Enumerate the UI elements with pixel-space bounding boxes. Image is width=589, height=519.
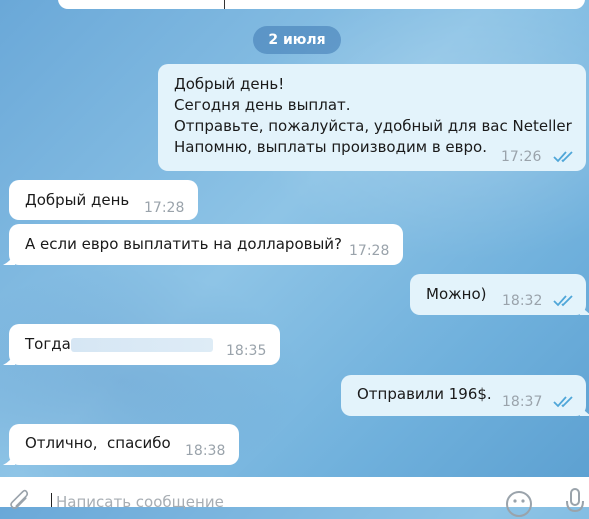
previous-message-divider	[224, 0, 225, 9]
message-line: Сегодня день выплат.	[174, 96, 351, 114]
bubble-tail	[3, 253, 15, 265]
bubble-tail	[580, 303, 589, 315]
read-ticks-icon	[553, 151, 573, 163]
bubble-tail	[580, 404, 589, 416]
message-outgoing[interactable]: Отправили 196$. 18:37	[341, 375, 589, 416]
message-incoming[interactable]: Тогда 18:35	[3, 324, 280, 365]
message-text: Тогда	[25, 335, 71, 353]
message-composer: Написать сообщение	[0, 477, 589, 517]
message-time: 17:28	[144, 200, 185, 216]
message-incoming[interactable]: А если евро выплатить на долларовый? 17:…	[3, 224, 403, 265]
message-text: Отправили 196$.	[357, 385, 492, 403]
paperclip-icon[interactable]	[2, 487, 32, 511]
message-time: 18:35	[226, 343, 267, 359]
message-input[interactable]: Написать сообщение	[56, 493, 224, 511]
message-incoming[interactable]: Добрый день 17:28	[9, 180, 198, 220]
message-text: Добрый день	[25, 191, 130, 209]
message-line: Отправьте, пожалуйста, удобный для вас N…	[174, 117, 572, 135]
message-time: 18:38	[185, 443, 226, 459]
date-divider: 2 июля	[253, 26, 341, 54]
previous-message-bubble[interactable]	[58, 0, 585, 9]
read-ticks-icon	[553, 295, 573, 307]
read-ticks-icon	[553, 396, 573, 408]
message-line: Добрый день!	[174, 75, 285, 93]
bubble-tail	[3, 353, 15, 365]
message-outgoing[interactable]: Можно) 18:32	[410, 274, 589, 315]
message-time: 17:26	[501, 149, 542, 165]
message-time: 18:37	[502, 394, 543, 410]
message-text: Отлично, спасибо	[25, 434, 171, 452]
message-line: Напомню, выплаты производим в евро.	[174, 138, 487, 156]
message-time: 17:28	[349, 243, 390, 259]
message-incoming[interactable]: Отлично, спасибо 18:38	[3, 424, 239, 465]
message-time: 18:32	[502, 293, 543, 309]
message-text: Можно)	[426, 285, 487, 303]
message-outgoing[interactable]: Добрый день! Сегодня день выплат. Отправ…	[158, 64, 586, 171]
redacted-text	[71, 338, 213, 352]
text-caret	[51, 493, 52, 507]
microphone-icon[interactable]	[563, 487, 587, 517]
bubble-tail	[3, 453, 15, 465]
emoji-icon[interactable]	[504, 489, 534, 519]
message-text: А если евро выплатить на долларовый?	[25, 235, 343, 253]
